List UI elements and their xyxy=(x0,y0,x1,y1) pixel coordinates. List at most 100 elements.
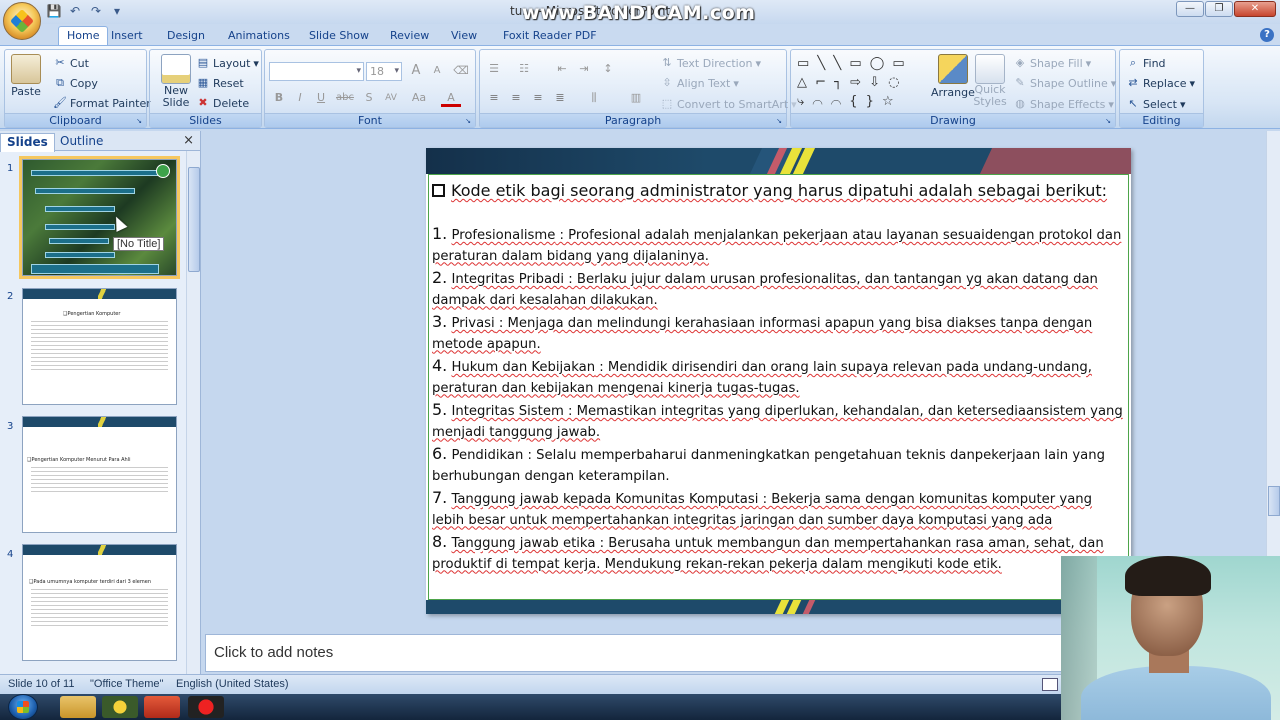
pointer-icon: ↖ xyxy=(1128,97,1138,110)
pane-close-icon[interactable]: × xyxy=(183,133,194,148)
layout-button[interactable]: ▤ Layout ▾ xyxy=(196,56,259,70)
language-indicator[interactable]: English (United States) xyxy=(176,678,289,690)
bullets-icon[interactable]: ☰ xyxy=(484,60,504,78)
quick-styles-button[interactable]: Quick Styles xyxy=(973,54,1007,108)
strikethrough-button[interactable]: abc xyxy=(335,89,355,107)
tab-animations[interactable]: Animations xyxy=(220,27,298,44)
normal-view-icon[interactable] xyxy=(1042,678,1058,691)
font-color-button[interactable]: A xyxy=(441,89,461,107)
align-right-icon[interactable]: ≡ xyxy=(528,89,548,107)
title-bar: 💾 ↶ ↷ ▾ tu... - Microsoft PowerPoint www… xyxy=(0,0,1280,40)
clear-formatting-icon[interactable]: ⌫ xyxy=(451,62,471,80)
smartart-icon: ⬚ xyxy=(661,97,673,110)
paste-button[interactable]: Paste xyxy=(11,54,41,98)
slide-heading: Kode etik bagi seorang administrator yan… xyxy=(432,178,1127,203)
office-button[interactable] xyxy=(3,2,41,40)
clipboard-launcher-icon[interactable]: ↘ xyxy=(134,116,144,126)
justify-icon[interactable]: ≣ xyxy=(550,89,570,107)
tab-outline[interactable]: Outline xyxy=(54,133,109,149)
list-item: 8. Tanggung jawab etika : Berusaha untuk… xyxy=(432,532,1104,572)
customize-qat-icon[interactable]: ▾ xyxy=(109,3,125,19)
slide-text-body[interactable]: Kode etik bagi seorang administrator yan… xyxy=(432,178,1127,575)
tab-design[interactable]: Design xyxy=(159,27,213,44)
clipboard-group-label: Clipboard xyxy=(5,113,146,127)
slides-group-label: Slides xyxy=(150,113,261,127)
thumb-number: 3 xyxy=(7,421,14,432)
tab-slide-show[interactable]: Slide Show xyxy=(301,27,377,44)
delete-button[interactable]: ✖ Delete xyxy=(196,96,249,110)
columns-icon[interactable]: ⫼ xyxy=(584,89,604,107)
tab-review[interactable]: Review xyxy=(382,27,437,44)
slide-thumbnail-2[interactable]: ❑Pengertian Komputer xyxy=(22,288,177,405)
start-button[interactable] xyxy=(8,694,38,720)
font-launcher-icon[interactable]: ↘ xyxy=(463,116,473,126)
align-center-icon[interactable]: ≡ xyxy=(506,89,526,107)
tab-view[interactable]: View xyxy=(443,27,485,44)
arrange-icon xyxy=(937,54,968,84)
file-explorer-icon[interactable] xyxy=(60,696,96,718)
arrange-button[interactable]: Arrange xyxy=(931,54,975,99)
close-button[interactable]: ✕ xyxy=(1234,1,1276,17)
bandicam-icon[interactable] xyxy=(188,696,224,718)
shape-fill-icon: ◈ xyxy=(1015,56,1025,69)
new-slide-button[interactable]: New Slide xyxy=(156,54,196,109)
text-direction-icon: ⇅ xyxy=(662,56,672,69)
thumbnail-scrollbar[interactable] xyxy=(186,151,200,674)
align-text-button[interactable]: ⇳ Align Text ▾ xyxy=(660,76,738,90)
tab-home[interactable]: Home xyxy=(58,26,109,46)
replace-button[interactable]: ⇄ Replace ▾ xyxy=(1126,76,1195,90)
convert-smartart-button[interactable]: ⬚Convert to SmartArt▾ xyxy=(660,97,797,111)
shape-fill-button[interactable]: ◈ Shape Fill ▾ xyxy=(1013,56,1091,70)
change-case-button[interactable]: Aa xyxy=(409,89,429,107)
slide-thumbnail-3[interactable]: ❑Pengertian Komputer Menurut Para Ahli xyxy=(22,416,177,533)
columns-2-icon[interactable]: ▥ xyxy=(626,89,646,107)
delete-icon: ✖ xyxy=(198,96,208,109)
tab-slides[interactable]: Slides xyxy=(0,133,55,152)
text-direction-button[interactable]: ⇅ Text Direction ▾ xyxy=(660,56,761,70)
numbering-icon[interactable]: ☷ xyxy=(514,60,534,78)
quick-access-toolbar: 💾 ↶ ↷ ▾ xyxy=(46,3,125,19)
paragraph-group-label: Paragraph xyxy=(480,113,786,127)
cut-button[interactable]: ✂ Cut xyxy=(53,56,89,70)
media-player-icon[interactable] xyxy=(102,696,138,718)
tab-foxit-reader-pdf[interactable]: Foxit Reader PDF xyxy=(495,27,605,44)
current-slide[interactable]: Kode etik bagi seorang administrator yan… xyxy=(426,148,1131,614)
notes-pane[interactable]: Click to add notes xyxy=(205,634,1065,672)
tab-insert[interactable]: Insert xyxy=(103,27,151,44)
reset-button[interactable]: ▦ Reset xyxy=(196,76,244,90)
restore-button[interactable]: ❐ xyxy=(1205,1,1233,17)
font-size-combo[interactable]: 18 xyxy=(366,62,402,81)
list-item: 3. Privasi : Menjaga dan melindungi kera… xyxy=(432,312,1093,352)
italic-button[interactable]: I xyxy=(290,89,310,107)
shape-effects-button[interactable]: ◍ Shape Effects ▾ xyxy=(1013,97,1114,111)
powerpoint-icon[interactable] xyxy=(144,696,180,718)
character-spacing-button[interactable]: AV xyxy=(381,89,401,107)
paragraph-launcher-icon[interactable]: ↘ xyxy=(774,116,784,126)
slide-thumbnail-1[interactable] xyxy=(19,156,180,279)
find-button[interactable]: ⌕ Find xyxy=(1126,56,1166,70)
shape-outline-button[interactable]: ✎ Shape Outline ▾ xyxy=(1013,76,1116,90)
undo-icon[interactable]: ↶ xyxy=(67,3,83,19)
copy-button[interactable]: ⧉ Copy xyxy=(53,76,98,90)
slide-thumbnail-4[interactable]: ❑Pada umumnya komputer terdiri dari 3 el… xyxy=(22,544,177,661)
theme-name: "Office Theme" xyxy=(90,678,164,690)
save-icon[interactable]: 💾 xyxy=(46,3,62,19)
align-left-icon[interactable]: ≡ xyxy=(484,89,504,107)
shrink-font-icon[interactable]: A xyxy=(427,62,447,80)
font-name-combo[interactable] xyxy=(269,62,364,81)
help-icon[interactable]: ? xyxy=(1260,28,1274,42)
grow-font-icon[interactable]: A xyxy=(406,62,426,80)
increase-indent-icon[interactable]: ⇥ xyxy=(574,60,594,78)
redo-icon[interactable]: ↷ xyxy=(88,3,104,19)
line-spacing-icon[interactable]: ↕ xyxy=(598,60,618,78)
minimize-button[interactable]: — xyxy=(1176,1,1204,17)
bold-button[interactable]: B xyxy=(269,89,289,107)
shapes-gallery[interactable]: ▭ ╲ ╲ ▭ ◯ ▭ △ ⌐ ┐ ⇨ ⇩ ◌ ⤷ ⌒ ⌒ { } ☆ xyxy=(797,54,917,114)
underline-button[interactable]: U xyxy=(311,89,331,107)
text-shadow-button[interactable]: S xyxy=(359,89,379,107)
select-button[interactable]: ↖ Select ▾ xyxy=(1126,97,1185,111)
format-painter-button[interactable]: 🖌 Format Painter xyxy=(53,96,151,110)
shape-outline-icon: ✎ xyxy=(1015,76,1025,89)
drawing-launcher-icon[interactable]: ↘ xyxy=(1103,116,1113,126)
decrease-indent-icon[interactable]: ⇤ xyxy=(552,60,572,78)
